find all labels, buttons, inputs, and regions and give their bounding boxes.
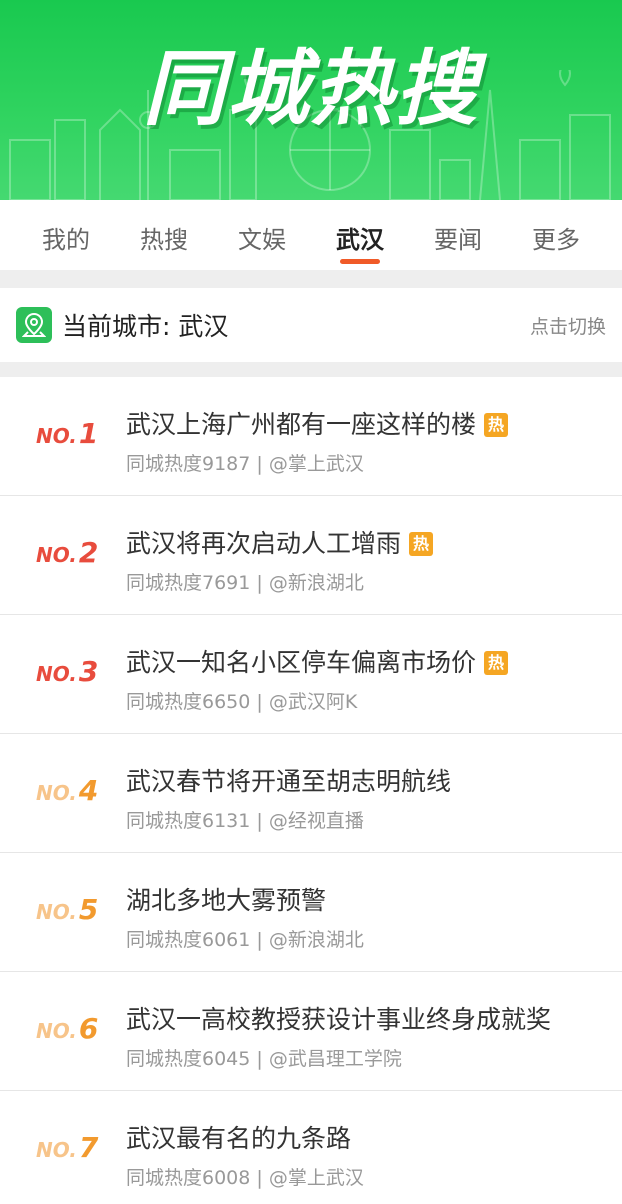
- tab-news[interactable]: 要闻: [410, 200, 506, 270]
- header-banner: 同城热搜: [0, 0, 622, 200]
- rank-badge: NO.4: [36, 774, 100, 808]
- rank-badge: NO.1: [36, 417, 100, 451]
- divider: [0, 270, 622, 288]
- list-item[interactable]: NO.3 武汉一知名小区停车偏离市场价热 同城热度6650 | @武汉阿K: [0, 615, 622, 734]
- banner-title: 同城热搜: [143, 42, 479, 137]
- item-title: 武汉一高校教授获设计事业终身成就奖: [126, 1005, 552, 1034]
- tab-label: 要闻: [434, 226, 482, 254]
- current-city-bar: 当前城市: 武汉 点击切换: [0, 288, 622, 362]
- tab-more[interactable]: 更多: [508, 200, 604, 270]
- rank-badge: NO.6: [36, 1012, 100, 1046]
- tab-label: 更多: [532, 226, 580, 254]
- hot-search-list: NO.1 武汉上海广州都有一座这样的楼热 同城热度9187 | @掌上武汉 NO…: [0, 377, 622, 1204]
- item-title: 武汉最有名的九条路: [126, 1124, 352, 1153]
- tab-mine[interactable]: 我的: [18, 200, 114, 270]
- item-title: 武汉春节将开通至胡志明航线: [126, 767, 452, 796]
- hot-badge: 热: [484, 413, 509, 437]
- current-city-label: 当前城市: 武汉: [62, 312, 229, 341]
- rank-badge: NO.5: [36, 893, 100, 927]
- location-pin-icon: [16, 307, 52, 343]
- active-tab-indicator: [340, 259, 380, 264]
- item-meta: 同城热度6061 | @新浪湖北: [126, 929, 364, 951]
- hot-badge: 热: [409, 532, 434, 556]
- tab-hot-search[interactable]: 热搜: [116, 200, 212, 270]
- tab-wuhan[interactable]: 武汉: [312, 200, 408, 270]
- divider: [0, 362, 622, 377]
- rank-badge: NO.2: [36, 536, 100, 570]
- item-title: 武汉一知名小区停车偏离市场价热: [126, 643, 509, 679]
- item-meta: 同城热度6008 | @掌上武汉: [126, 1167, 364, 1189]
- tab-label: 我的: [42, 226, 90, 254]
- list-item[interactable]: NO.4 武汉春节将开通至胡志明航线 同城热度6131 | @经视直播: [0, 734, 622, 853]
- item-meta: 同城热度9187 | @掌上武汉: [126, 453, 364, 475]
- list-item[interactable]: NO.5 湖北多地大雾预警 同城热度6061 | @新浪湖北: [0, 853, 622, 972]
- switch-city-button[interactable]: 点击切换: [530, 312, 606, 339]
- list-item[interactable]: NO.1 武汉上海广州都有一座这样的楼热 同城热度9187 | @掌上武汉: [0, 377, 622, 496]
- list-item[interactable]: NO.7 武汉最有名的九条路 同城热度6008 | @掌上武汉: [0, 1091, 622, 1204]
- item-title: 武汉将再次启动人工增雨热: [126, 524, 434, 560]
- tab-label: 热搜: [140, 226, 188, 254]
- category-tabs: 我的 热搜 文娱 武汉 要闻 更多: [0, 200, 622, 270]
- rank-badge: NO.7: [36, 1131, 100, 1165]
- tab-label: 文娱: [238, 226, 286, 254]
- tab-label: 武汉: [336, 226, 384, 254]
- list-item[interactable]: NO.2 武汉将再次启动人工增雨热 同城热度7691 | @新浪湖北: [0, 496, 622, 615]
- item-title: 湖北多地大雾预警: [126, 886, 327, 915]
- item-meta: 同城热度6131 | @经视直播: [126, 810, 364, 832]
- item-meta: 同城热度7691 | @新浪湖北: [126, 572, 364, 594]
- tab-entertainment[interactable]: 文娱: [214, 200, 310, 270]
- item-title: 武汉上海广州都有一座这样的楼热: [126, 405, 509, 441]
- item-meta: 同城热度6650 | @武汉阿K: [126, 691, 358, 713]
- rank-badge: NO.3: [36, 655, 100, 689]
- item-meta: 同城热度6045 | @武昌理工学院: [126, 1048, 402, 1070]
- list-item[interactable]: NO.6 武汉一高校教授获设计事业终身成就奖 同城热度6045 | @武昌理工学…: [0, 972, 622, 1091]
- hot-badge: 热: [484, 651, 509, 675]
